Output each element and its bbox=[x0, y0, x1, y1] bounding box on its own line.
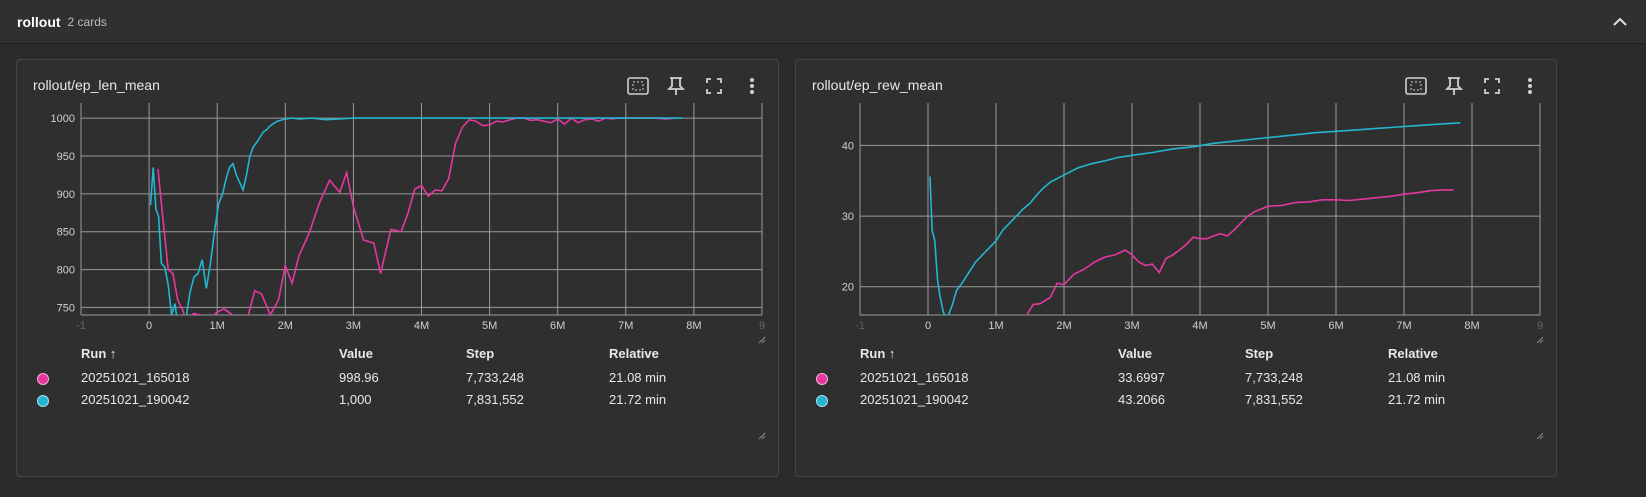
run-value: 33.6997 bbox=[1118, 370, 1165, 385]
table-resize-handle[interactable] bbox=[758, 432, 766, 440]
fullscreen-icon[interactable] bbox=[698, 70, 730, 102]
y-tick-label: 950 bbox=[57, 151, 75, 163]
x-tick-label: -1 bbox=[76, 320, 86, 332]
x-tick-label: 5M bbox=[482, 320, 497, 332]
run-step: 7,733,248 bbox=[1245, 370, 1303, 385]
column-header-step[interactable]: Step bbox=[466, 346, 494, 361]
x-tick-label: 1M bbox=[988, 320, 1003, 332]
fullscreen-icon[interactable] bbox=[1476, 70, 1508, 102]
more-vert-icon[interactable] bbox=[736, 70, 768, 102]
card-toolbar bbox=[622, 70, 768, 102]
chart-resize-handle[interactable] bbox=[758, 336, 766, 344]
card-title: rollout/ep_rew_mean bbox=[812, 77, 943, 93]
run-step: 7,831,552 bbox=[1245, 392, 1303, 407]
x-tick-label: 2M bbox=[1056, 320, 1071, 332]
table-resize-handle[interactable] bbox=[1536, 432, 1544, 440]
series-line-20251021_190042 bbox=[929, 122, 1461, 315]
group-title: rollout bbox=[17, 13, 61, 30]
chart-resize-handle[interactable] bbox=[1536, 336, 1544, 344]
y-tick-label: 800 bbox=[57, 265, 75, 277]
x-tick-label: 6M bbox=[550, 320, 565, 332]
x-tick-label: 4M bbox=[414, 320, 429, 332]
chevron-up-icon[interactable] bbox=[1610, 12, 1630, 32]
run-color-dot[interactable] bbox=[37, 373, 49, 385]
run-value: 1,000 bbox=[339, 392, 372, 407]
x-tick-label: 9 bbox=[759, 320, 765, 332]
line-chart[interactable]: -1 0 1M 2M 3M 4M 5M 6M 7M 8M 9 750 800 850 900 950 1000 bbox=[17, 60, 780, 350]
scalar-card: -1 0 1M 2M 3M 4M 5M 6M 7M 8M 9 20 30 40 rollout/ep_re… bbox=[795, 59, 1557, 477]
run-color-dot[interactable] bbox=[816, 373, 828, 385]
column-header-relative[interactable]: Relative bbox=[1388, 346, 1438, 361]
card-title: rollout/ep_len_mean bbox=[33, 77, 160, 93]
series-line-20251021_165018 bbox=[157, 117, 676, 315]
run-color-dot[interactable] bbox=[37, 395, 49, 407]
more-vert-icon[interactable] bbox=[1514, 70, 1546, 102]
x-tick-label: 8M bbox=[1464, 320, 1479, 332]
x-tick-label: 9 bbox=[1537, 320, 1543, 332]
pin-icon[interactable] bbox=[1438, 70, 1470, 102]
run-relative: 21.08 min bbox=[609, 370, 667, 385]
x-tick-label: 0 bbox=[925, 320, 931, 332]
run-name: 20251021_190042 bbox=[860, 392, 969, 407]
x-tick-label: 5M bbox=[1260, 320, 1275, 332]
column-header-run[interactable]: Run ↑ bbox=[81, 346, 116, 361]
pin-icon[interactable] bbox=[660, 70, 692, 102]
x-tick-label: 2M bbox=[278, 320, 293, 332]
line-chart[interactable]: -1 0 1M 2M 3M 4M 5M 6M 7M 8M 9 20 30 40 bbox=[796, 60, 1558, 350]
x-tick-label: 1M bbox=[210, 320, 225, 332]
run-value: 43.2066 bbox=[1118, 392, 1165, 407]
scalar-card: -1 0 1M 2M 3M 4M 5M 6M 7M 8M 9 750 800 850 900 950 1000 … bbox=[16, 59, 779, 477]
x-tick-label: 7M bbox=[1396, 320, 1411, 332]
y-tick-label: 30 bbox=[842, 211, 854, 223]
x-tick-label: 7M bbox=[618, 320, 633, 332]
run-step: 7,831,552 bbox=[466, 392, 524, 407]
series-line-20251021_165018 bbox=[1025, 189, 1454, 315]
x-tick-label: -1 bbox=[855, 320, 865, 332]
y-tick-label: 1000 bbox=[51, 113, 75, 125]
column-header-value[interactable]: Value bbox=[339, 346, 373, 361]
y-tick-label: 900 bbox=[57, 189, 75, 201]
column-header-value[interactable]: Value bbox=[1118, 346, 1152, 361]
column-header-relative[interactable]: Relative bbox=[609, 346, 659, 361]
run-name: 20251021_165018 bbox=[81, 370, 190, 385]
run-name: 20251021_165018 bbox=[860, 370, 969, 385]
y-tick-label: 20 bbox=[842, 282, 854, 294]
fit-domain-icon[interactable] bbox=[1400, 70, 1432, 102]
run-relative: 21.08 min bbox=[1388, 370, 1446, 385]
x-tick-label: 3M bbox=[1124, 320, 1139, 332]
fit-domain-icon[interactable] bbox=[622, 70, 654, 102]
x-tick-label: 8M bbox=[686, 320, 701, 332]
column-header-run[interactable]: Run ↑ bbox=[860, 346, 895, 361]
x-tick-label: 4M bbox=[1192, 320, 1207, 332]
card-toolbar bbox=[1400, 70, 1546, 102]
run-value: 998.96 bbox=[339, 370, 379, 385]
x-tick-label: 6M bbox=[1328, 320, 1343, 332]
series-line-20251021_190042 bbox=[149, 117, 683, 315]
x-tick-label: 0 bbox=[146, 320, 152, 332]
group-header: rollout 2 cards bbox=[0, 0, 1646, 44]
y-tick-label: 850 bbox=[57, 227, 75, 239]
run-step: 7,733,248 bbox=[466, 370, 524, 385]
x-tick-label: 3M bbox=[346, 320, 361, 332]
run-relative: 21.72 min bbox=[1388, 392, 1446, 407]
y-tick-label: 40 bbox=[842, 140, 854, 152]
run-color-dot[interactable] bbox=[816, 395, 828, 407]
column-header-step[interactable]: Step bbox=[1245, 346, 1273, 361]
run-name: 20251021_190042 bbox=[81, 392, 190, 407]
run-relative: 21.72 min bbox=[609, 392, 667, 407]
y-tick-label: 750 bbox=[57, 302, 75, 314]
group-card-count: 2 cards bbox=[67, 14, 107, 29]
